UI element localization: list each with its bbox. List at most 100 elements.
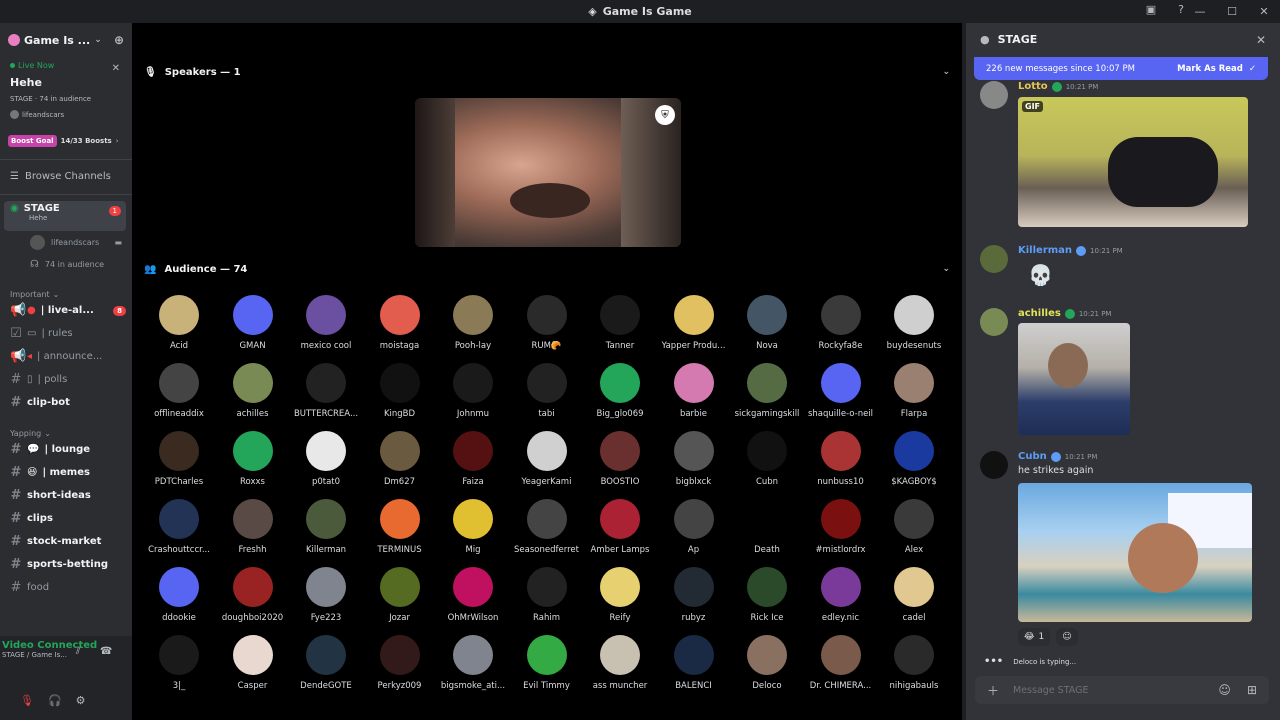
apps-icon[interactable]: ⊞ xyxy=(1247,683,1257,697)
avatar[interactable] xyxy=(980,245,1008,273)
category-important[interactable]: Important ⌄ xyxy=(0,281,132,299)
audience-member[interactable]: Yapper Produ... xyxy=(657,295,731,351)
audience-member[interactable]: sickgamingskill xyxy=(730,363,804,419)
category-yapping[interactable]: Yapping ⌄ xyxy=(0,420,132,438)
audience-member[interactable]: Cubn xyxy=(730,431,804,487)
audience-member[interactable]: Death xyxy=(730,499,804,555)
audience-member[interactable]: mexico cool xyxy=(289,295,363,351)
audience-member[interactable]: p0tat0 xyxy=(289,431,363,487)
audience-member[interactable]: #mistlordrx xyxy=(804,499,878,555)
channel-food[interactable]: # food xyxy=(0,576,132,599)
audience-member[interactable]: tabi xyxy=(510,363,584,419)
disconnect-icon[interactable]: ☎ xyxy=(100,646,112,657)
audience-member[interactable]: Flarpa xyxy=(877,363,951,419)
channel-sports-betting[interactable]: # sports-betting xyxy=(0,553,132,576)
audience-member[interactable]: ass muncher xyxy=(583,635,657,691)
audience-member[interactable]: Acid xyxy=(142,295,216,351)
stage-speaker[interactable]: lifeandscars ▬ xyxy=(0,231,132,253)
audience-member[interactable]: KingBD xyxy=(363,363,437,419)
audience-header[interactable]: 👥 Audience — 74 ⌄ xyxy=(144,258,950,280)
avatar[interactable] xyxy=(980,308,1008,336)
audience-member[interactable]: Faiza xyxy=(436,431,510,487)
new-messages-bar[interactable]: 226 new messages since 10:07 PM Mark As … xyxy=(974,57,1268,80)
close-window-icon[interactable]: ✕ xyxy=(1248,5,1280,18)
image-attachment[interactable] xyxy=(1018,483,1252,622)
noise-suppression-icon[interactable]: ⫽ xyxy=(76,646,80,657)
audience-member[interactable]: Casper xyxy=(216,635,290,691)
add-reaction-button[interactable]: ☺ xyxy=(1056,628,1078,646)
gif-attachment[interactable]: GIF xyxy=(1018,97,1248,227)
audience-member[interactable]: BALENCI xyxy=(657,635,731,691)
channel-short-ideas[interactable]: # short-ideas xyxy=(0,484,132,507)
audience-member[interactable]: Big_glo069 xyxy=(583,363,657,419)
audience-member[interactable]: Alex xyxy=(877,499,951,555)
mute-icon[interactable]: 🎙 xyxy=(20,694,34,707)
audience-member[interactable]: bigsmoke_ati... xyxy=(436,635,510,691)
boost-goal[interactable]: Boost Goal 14/33 Boosts › xyxy=(8,133,124,149)
minimize-icon[interactable]: — xyxy=(1184,5,1216,18)
audience-member[interactable]: Rahim xyxy=(510,567,584,623)
channel-announcements[interactable]: 📢 ◂ | announce... xyxy=(0,345,132,368)
audience-member[interactable]: PDTCharles xyxy=(142,431,216,487)
audience-member[interactable]: doughboi2020 xyxy=(216,567,290,623)
speaker-video-tile[interactable]: ⛨ xyxy=(415,98,681,247)
audience-member[interactable]: Fye223 xyxy=(289,567,363,623)
chevron-down-icon[interactable]: ⌄ xyxy=(942,67,950,77)
avatar[interactable] xyxy=(980,451,1008,479)
audience-member[interactable]: Deloco xyxy=(730,635,804,691)
channel-rules[interactable]: ☑ ▭ | rules xyxy=(0,322,132,345)
stage-channel[interactable]: ◉ STAGE Hehe 1 xyxy=(4,201,126,231)
audience-member[interactable]: achilles xyxy=(216,363,290,419)
audience-member[interactable]: Johnmu xyxy=(436,363,510,419)
audience-member[interactable]: $KAGBOY$ xyxy=(877,431,951,487)
headphones-icon[interactable]: 🎧 xyxy=(48,694,62,707)
audience-member[interactable]: barbie xyxy=(657,363,731,419)
channel-polls[interactable]: # ▯ | polls xyxy=(0,368,132,391)
audience-member[interactable]: Rockyfa8e xyxy=(804,295,878,351)
audience-member[interactable]: moistaga xyxy=(363,295,437,351)
audience-member[interactable]: buydesenuts xyxy=(877,295,951,351)
audience-member[interactable]: Roxxs xyxy=(216,431,290,487)
channel-lounge[interactable]: # 💬 | lounge xyxy=(0,438,132,461)
author-name[interactable]: Cubn xyxy=(1018,451,1047,462)
audience-member[interactable]: Tanner xyxy=(583,295,657,351)
live-now-card[interactable]: Live Now ✕ Hehe STAGE · 74 in audience l… xyxy=(0,61,132,119)
chevron-down-icon[interactable]: ⌄ xyxy=(942,264,950,274)
close-icon[interactable]: ✕ xyxy=(112,63,120,74)
audience-member[interactable]: Pooh-lay xyxy=(436,295,510,351)
author-name[interactable]: achilles xyxy=(1018,308,1061,319)
audience-member[interactable]: YeagerKami xyxy=(510,431,584,487)
audience-member[interactable]: bigblxck xyxy=(657,431,731,487)
chevron-down-icon[interactable]: ⌄ xyxy=(94,35,102,45)
emoji-icon[interactable]: ☺ xyxy=(1218,683,1231,697)
inbox-icon[interactable]: ▣ xyxy=(1142,3,1160,19)
channel-live-alerts[interactable]: 📢 ● | live-al... 8 xyxy=(0,299,132,322)
maximize-icon[interactable]: ☐ xyxy=(1216,5,1248,18)
audience-member[interactable]: Dm627 xyxy=(363,431,437,487)
audience-member[interactable]: Ap xyxy=(657,499,731,555)
audience-member[interactable]: TERMINUS xyxy=(363,499,437,555)
channel-memes[interactable]: # 😆 | memes xyxy=(0,461,132,484)
image-attachment[interactable] xyxy=(1018,323,1130,435)
author-name[interactable]: Killerman xyxy=(1018,245,1072,256)
browse-channels[interactable]: ☰ Browse Channels xyxy=(0,164,132,188)
audience-member[interactable]: OhMrWilson xyxy=(436,567,510,623)
author-name[interactable]: Lotto xyxy=(1018,81,1048,92)
channel-clip-bot[interactable]: # clip-bot xyxy=(0,391,132,414)
audience-member[interactable]: nunbuss10 xyxy=(804,431,878,487)
audience-member[interactable]: nihigabauls xyxy=(877,635,951,691)
audience-member[interactable]: DendeGOTE xyxy=(289,635,363,691)
audience-member[interactable]: Dr. CHIMERA... xyxy=(804,635,878,691)
stage-audience-count[interactable]: ☊ 74 in audience xyxy=(0,253,132,275)
message-input[interactable]: ＋ Message STAGE ☺ ⊞ xyxy=(975,676,1269,704)
audience-member[interactable]: edley.nic xyxy=(804,567,878,623)
audience-member[interactable]: Freshh xyxy=(216,499,290,555)
gear-icon[interactable]: ⚙ xyxy=(76,694,86,707)
add-member-icon[interactable]: ⊕ xyxy=(114,33,124,47)
audience-member[interactable]: GMAN xyxy=(216,295,290,351)
audience-member[interactable]: shaquille-o-neil xyxy=(804,363,878,419)
audience-member[interactable]: rubyz xyxy=(657,567,731,623)
audience-member[interactable]: Amber Lamps xyxy=(583,499,657,555)
mark-as-read-button[interactable]: Mark As Read xyxy=(1177,64,1243,74)
audience-member[interactable]: BOOSTIO xyxy=(583,431,657,487)
